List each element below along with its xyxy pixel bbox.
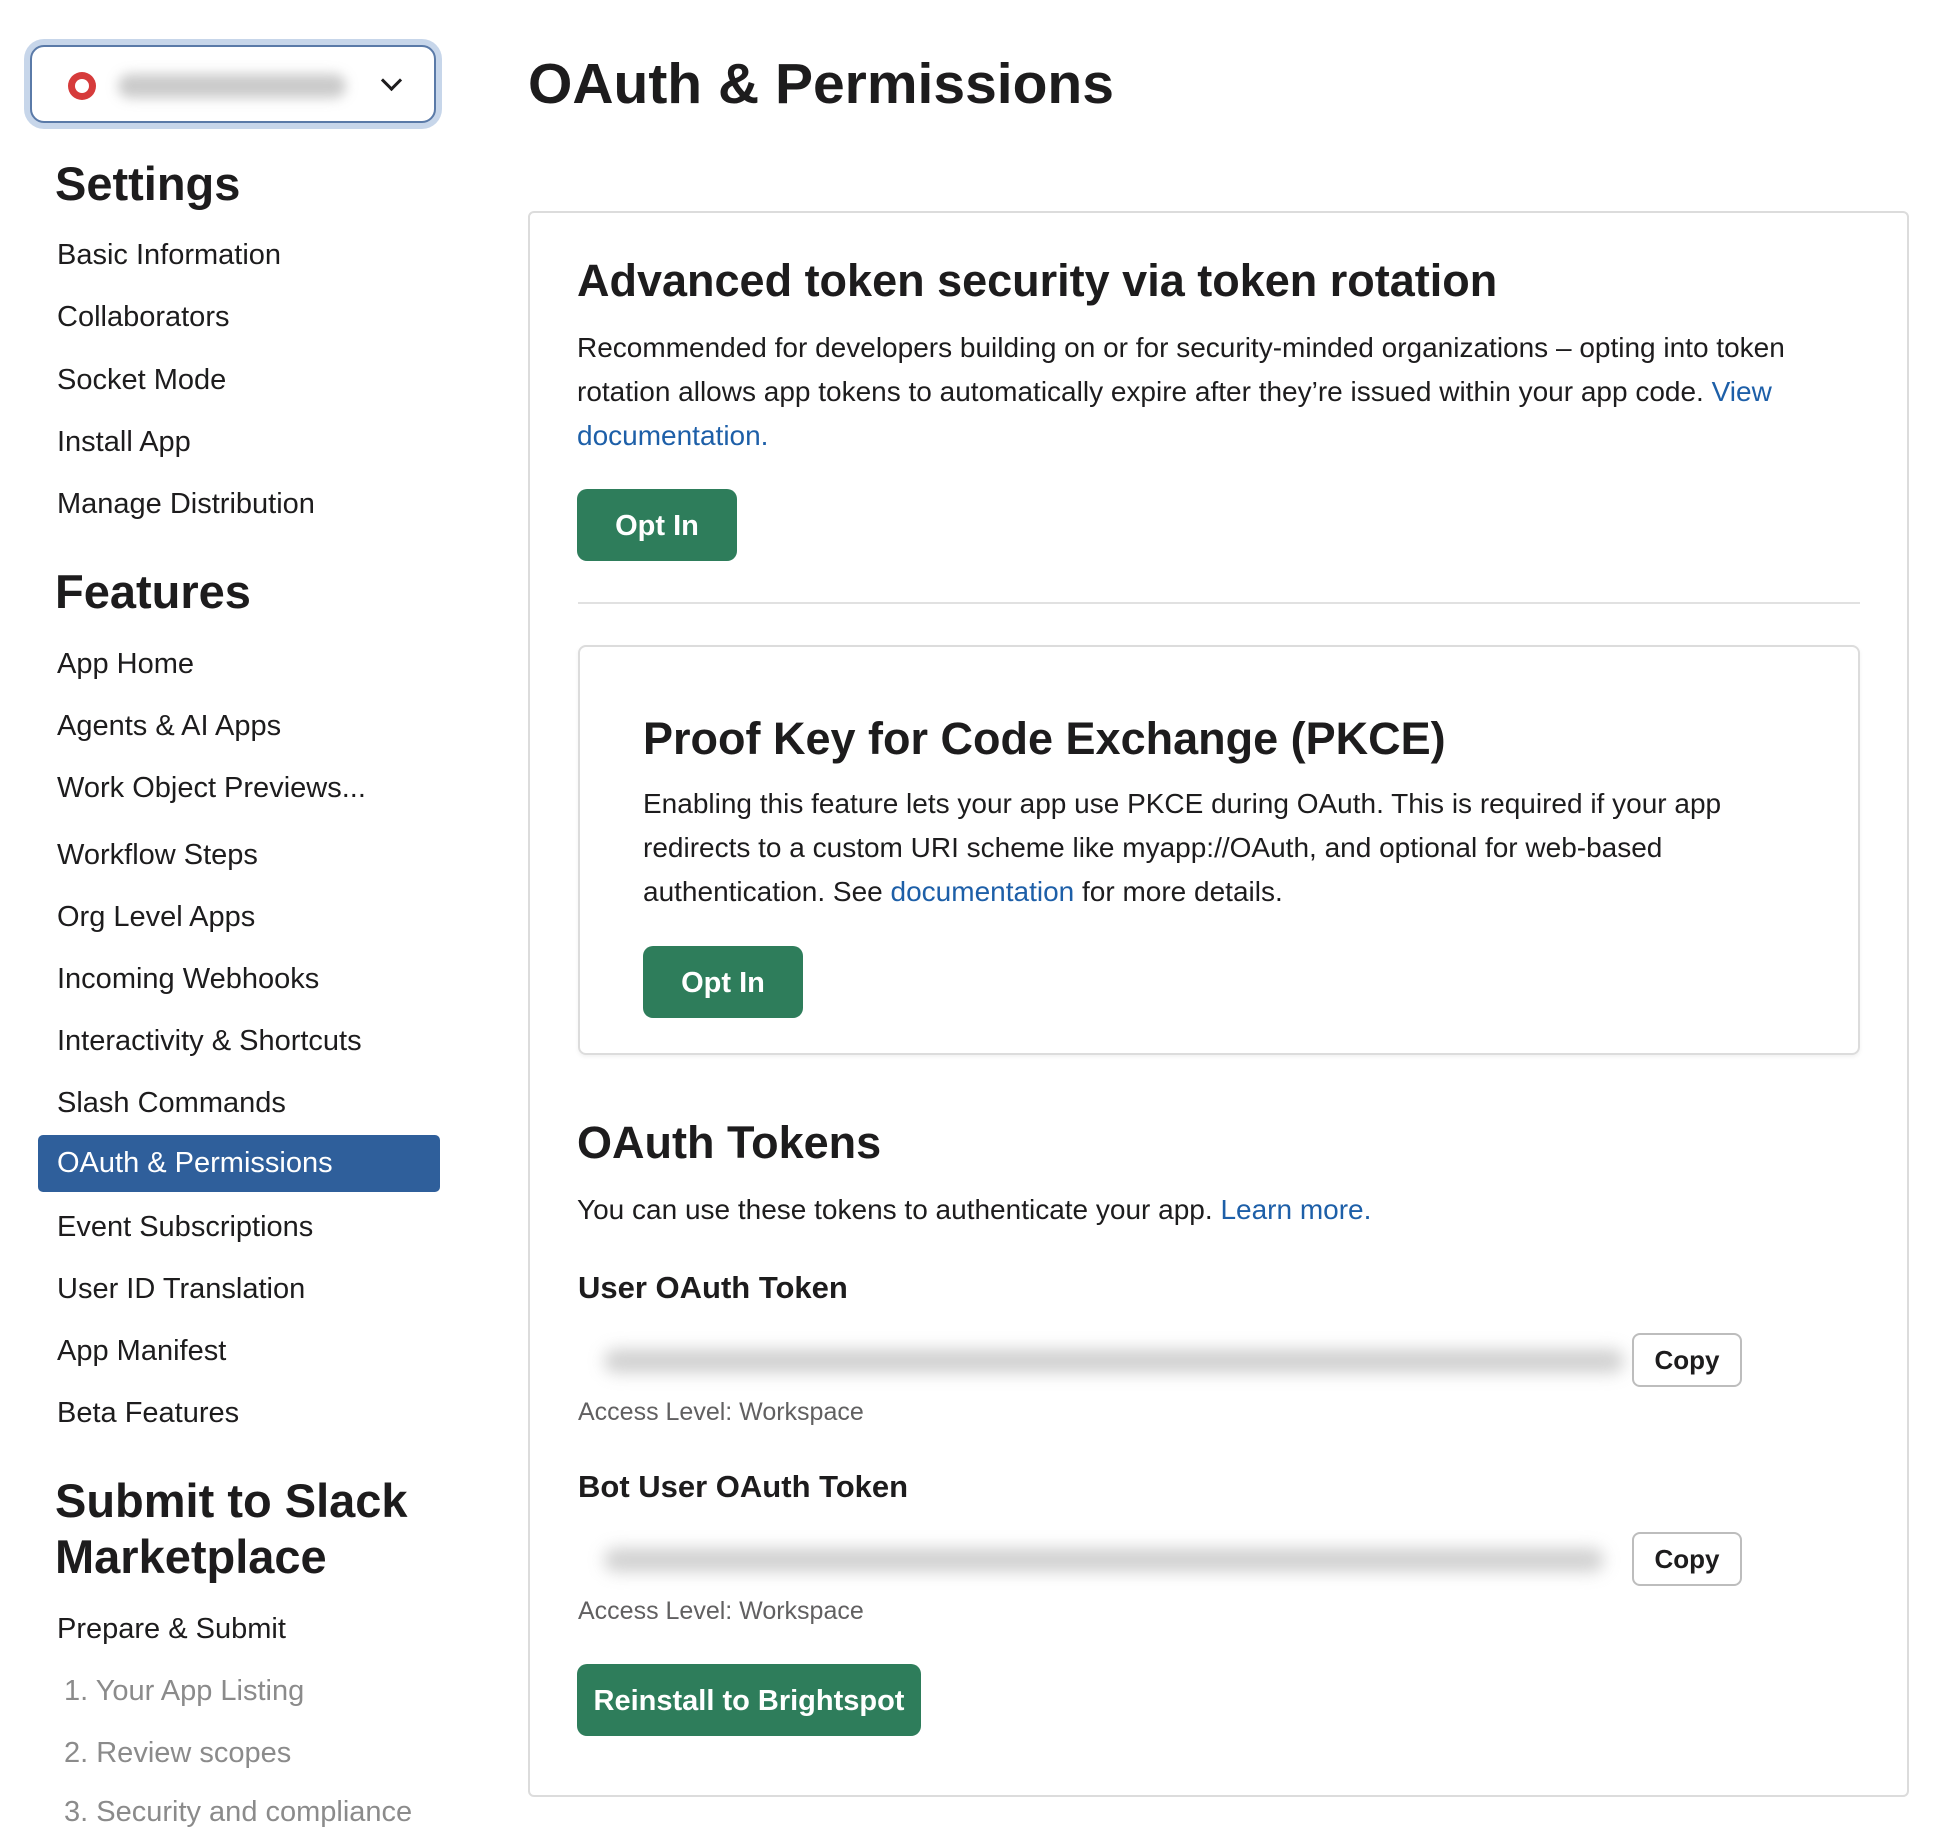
app-name-redacted xyxy=(118,74,346,98)
sidebar-item-collaborators[interactable]: Collaborators xyxy=(57,297,229,337)
sidebar-item-beta-features[interactable]: Beta Features xyxy=(57,1393,239,1433)
sidebar-item-security-compliance[interactable]: 3. Security and compliance xyxy=(64,1792,412,1832)
oauth-tokens-heading: OAuth Tokens xyxy=(577,1117,882,1168)
sidebar-item-interactivity-shortcuts[interactable]: Interactivity & Shortcuts xyxy=(57,1021,362,1061)
copy-bot-token-button[interactable]: Copy xyxy=(1632,1532,1742,1586)
submit-heading-line2: Marketplace xyxy=(55,1530,327,1583)
sidebar-item-manage-distribution[interactable]: Manage Distribution xyxy=(57,484,315,524)
sidebar-item-incoming-webhooks[interactable]: Incoming Webhooks xyxy=(57,959,319,999)
token-rotation-text: Recommended for developers building on o… xyxy=(577,332,1785,407)
token-rotation-description: Recommended for developers building on o… xyxy=(577,326,1867,458)
reinstall-button[interactable]: Reinstall to Brightspot xyxy=(577,1664,921,1736)
token-rotation-opt-in-button[interactable]: Opt In xyxy=(577,489,737,561)
sidebar-item-app-home[interactable]: App Home xyxy=(57,644,194,684)
sidebar-item-workflow-steps[interactable]: Workflow Steps xyxy=(57,835,258,875)
sidebar-item-slash-commands[interactable]: Slash Commands xyxy=(57,1083,286,1123)
user-oauth-token-label: User OAuth Token xyxy=(578,1270,848,1305)
sidebar-item-org-level-apps[interactable]: Org Level Apps xyxy=(57,897,255,937)
pkce-text-after: for more details. xyxy=(1082,876,1283,907)
learn-more-link[interactable]: Learn more. xyxy=(1220,1194,1371,1225)
sidebar-item-app-manifest[interactable]: App Manifest xyxy=(57,1331,226,1371)
user-token-access-level: Access Level: Workspace xyxy=(578,1398,864,1426)
sidebar-item-review-scopes[interactable]: 2. Review scopes xyxy=(64,1733,291,1773)
sidebar-item-basic-information[interactable]: Basic Information xyxy=(57,235,281,275)
sidebar-item-event-subscriptions[interactable]: Event Subscriptions xyxy=(57,1207,313,1247)
sidebar-item-your-app-listing[interactable]: 1. Your App Listing xyxy=(64,1671,304,1711)
oauth-tokens-text: You can use these tokens to authenticate… xyxy=(577,1194,1213,1225)
sidebar-item-work-object-previews[interactable]: Work Object Previews... xyxy=(57,768,366,808)
user-oauth-token-field[interactable]: Copy xyxy=(578,1327,1742,1393)
chevron-down-icon xyxy=(380,69,403,92)
token-rotation-heading: Advanced token security via token rotati… xyxy=(577,255,1498,306)
bot-oauth-token-label: Bot User OAuth Token xyxy=(578,1469,909,1504)
sidebar-item-user-id-translation[interactable]: User ID Translation xyxy=(57,1269,305,1309)
page-title: OAuth & Permissions xyxy=(528,52,1114,116)
app-logo-icon xyxy=(68,72,96,100)
pkce-documentation-link[interactable]: documentation xyxy=(891,876,1075,907)
sidebar-item-prepare-submit[interactable]: Prepare & Submit xyxy=(57,1609,286,1649)
submit-heading-line1: Submit to Slack xyxy=(55,1474,408,1527)
user-token-redacted xyxy=(604,1349,1624,1373)
app-picker[interactable] xyxy=(30,45,436,123)
sidebar-item-install-app[interactable]: Install App xyxy=(57,422,191,462)
section-divider xyxy=(578,602,1860,604)
pkce-opt-in-button[interactable]: Opt In xyxy=(643,946,803,1018)
features-heading: Features xyxy=(55,565,251,618)
bot-token-redacted xyxy=(604,1548,1604,1572)
pkce-description: Enabling this feature lets your app use … xyxy=(643,782,1793,914)
sidebar-item-oauth-permissions[interactable]: OAuth & Permissions xyxy=(38,1135,440,1192)
sidebar-item-socket-mode[interactable]: Socket Mode xyxy=(57,360,226,400)
bot-oauth-token-field[interactable]: Copy xyxy=(578,1526,1742,1592)
copy-user-token-button[interactable]: Copy xyxy=(1632,1333,1742,1387)
settings-heading: Settings xyxy=(55,157,241,210)
bot-token-access-level: Access Level: Workspace xyxy=(578,1597,864,1625)
pkce-heading: Proof Key for Code Exchange (PKCE) xyxy=(643,713,1446,764)
oauth-tokens-description: You can use these tokens to authenticate… xyxy=(577,1188,1867,1232)
sidebar-item-agents-ai-apps[interactable]: Agents & AI Apps xyxy=(57,706,281,746)
